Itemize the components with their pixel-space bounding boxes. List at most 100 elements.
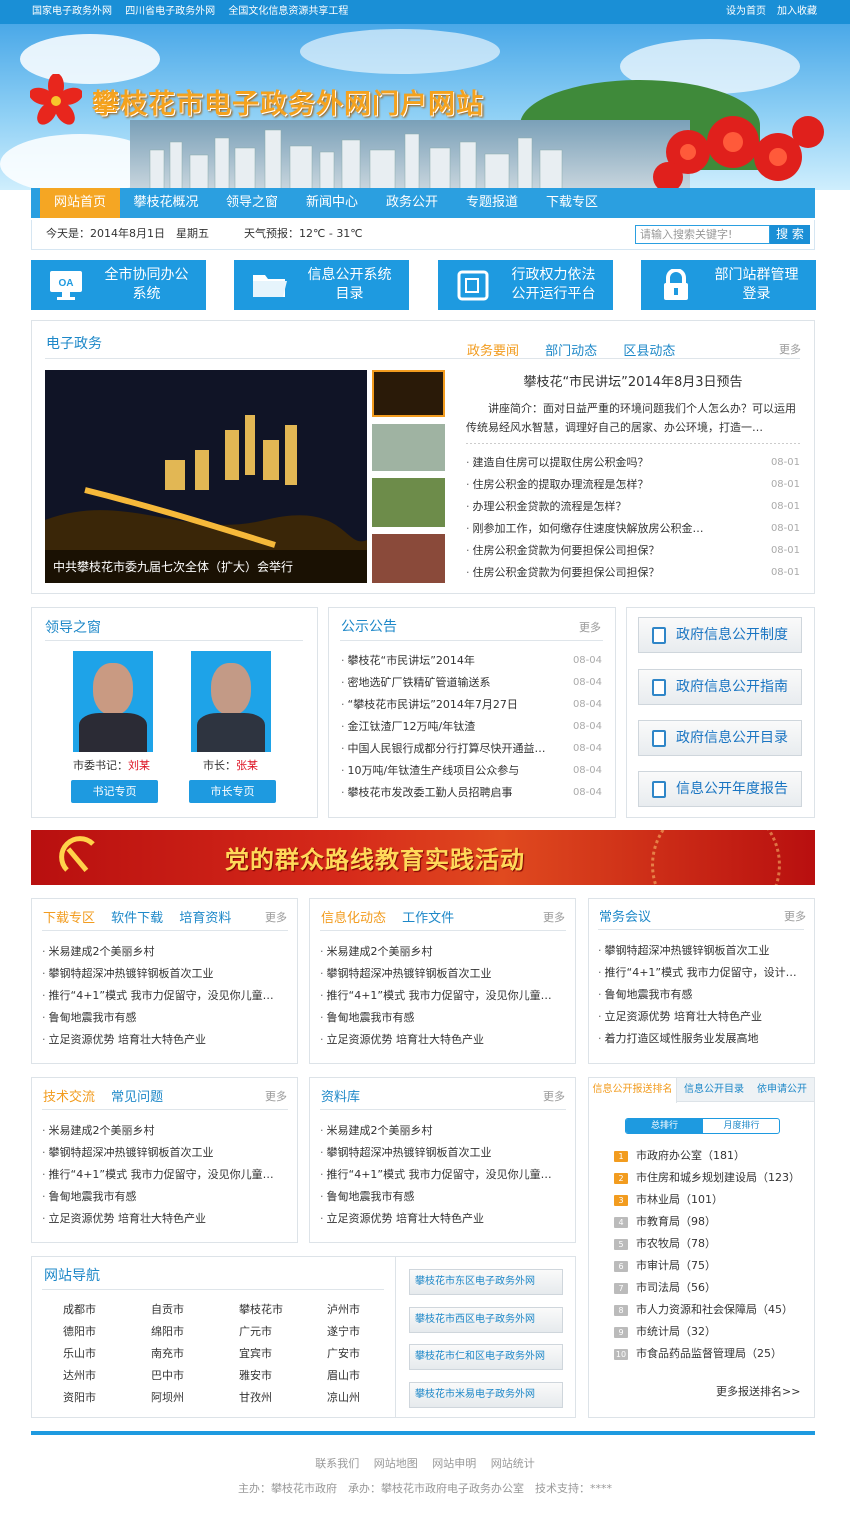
info-policy-button[interactable]: 政府信息公开制度 (638, 617, 802, 653)
info-dynamics-more-link[interactable]: 更多 (543, 909, 565, 925)
ranking-more-link[interactable]: 更多报送排名>> (716, 1383, 800, 1399)
tab-work-files[interactable]: 工作文件 (402, 911, 454, 926)
list-item[interactable]: 住房公积金贷款为何要担保公司担保？08-01 (466, 540, 800, 562)
tab-software[interactable]: 软件下载 (111, 911, 163, 926)
topbar-link[interactable]: 国家电子政务外网 (32, 6, 112, 17)
list-item[interactable]: 推行“4+1”模式 我市力促留守，设计… (598, 962, 806, 984)
city-link[interactable]: 成都市 (63, 1299, 151, 1321)
dept-login-button[interactable]: 部门站群管理 登录 (641, 260, 816, 310)
list-item[interactable]: 推行“4+1”模式 我市力促留守，没见你儿童… (42, 985, 288, 1007)
party-secretary-photo[interactable] (73, 651, 153, 752)
list-item[interactable]: 鲁甸地震我市有感 (42, 1007, 288, 1029)
annual-report-button[interactable]: 信息公开年度报告 (638, 771, 802, 807)
city-link[interactable]: 凉山州 (327, 1387, 387, 1409)
notice-more-link[interactable]: 更多 (579, 619, 601, 635)
info-public-button[interactable]: 信息公开系统 目录 (234, 260, 409, 310)
list-item[interactable]: 立足资源优势 培育壮大特色产业 (320, 1208, 566, 1230)
nav-special-report[interactable]: 专题报道 (451, 188, 533, 218)
contact-link[interactable]: 联系我们 (315, 1457, 359, 1470)
list-item[interactable]: 立足资源优势 培育壮大特色产业 (320, 1029, 566, 1051)
list-item[interactable]: 攀钢特超深冲热镀锌钢板首次工业 (42, 963, 288, 985)
list-item[interactable]: 3 市林业局（101） (614, 1189, 800, 1211)
list-item[interactable]: 推行“4+1”模式 我市力促留守，没见你儿童… (320, 1164, 566, 1186)
list-item[interactable]: 9 市统计局（32） (614, 1321, 800, 1343)
tech-more-link[interactable]: 更多 (265, 1088, 287, 1104)
city-link[interactable]: 广元市 (239, 1321, 327, 1343)
city-link[interactable]: 攀枝花市 (239, 1299, 327, 1321)
tab-training[interactable]: 培育资料 (179, 911, 231, 926)
list-item[interactable]: 办理公积金贷款的流程是怎样？08-01 (466, 496, 800, 518)
list-item[interactable]: 立足资源优势 培育壮大特色产业 (598, 1006, 806, 1028)
tab-county-news[interactable]: 区县动态 (623, 344, 675, 359)
city-link[interactable]: 巴中市 (151, 1365, 239, 1387)
city-link[interactable]: 德阳市 (63, 1321, 151, 1343)
subtab-monthly[interactable]: 月度排行 (703, 1119, 779, 1133)
list-item[interactable]: “攀枝花市民讲坛”2014年7月27日08-04 (341, 694, 602, 716)
stats-link[interactable]: 网站统计 (491, 1457, 535, 1470)
admin-power-button[interactable]: 行政权力依法 公开运行平台 (438, 260, 613, 310)
egov-more-link[interactable]: 更多 (779, 341, 801, 357)
tab-faq[interactable]: 常见问题 (111, 1090, 163, 1105)
list-item[interactable]: 攀枝花“市民讲坛”2014年08-04 (341, 650, 602, 672)
search-button[interactable]: 搜 索 (770, 225, 810, 244)
list-item[interactable]: 米易建成2个美丽乡村 (320, 941, 566, 963)
city-link[interactable]: 自贡市 (151, 1299, 239, 1321)
list-item[interactable]: 鲁甸地震我市有感 (42, 1186, 288, 1208)
info-catalog-button[interactable]: 政府信息公开目录 (638, 720, 802, 756)
list-item[interactable]: 米易建成2个美丽乡村 (42, 941, 288, 963)
list-item[interactable]: 金江钛渣厂12万吨/年钛渣08-04 (341, 716, 602, 738)
meeting-more-link[interactable]: 更多 (784, 908, 806, 924)
list-item[interactable]: 住房公积金的提取办理流程是怎样？08-01 (466, 474, 800, 496)
list-item[interactable]: 攀钢特超深冲热镀锌钢板首次工业 (598, 940, 806, 962)
statement-link[interactable]: 网站申明 (432, 1457, 476, 1470)
secretary-page-button[interactable]: 书记专页 (71, 780, 158, 803)
city-link[interactable]: 绵阳市 (151, 1321, 239, 1343)
list-item[interactable]: 着力打造区域性服务业发展高地 (598, 1028, 806, 1050)
renhe-district-link[interactable]: 攀枝花市仁和区电子政务外网 (409, 1344, 563, 1370)
city-link[interactable]: 达州市 (63, 1365, 151, 1387)
list-item[interactable]: 8 市人力资源和社会保障局（45） (614, 1299, 800, 1321)
nav-home[interactable]: 网站首页 (40, 188, 120, 218)
oa-system-button[interactable]: OA 全市协同办公 系统 (31, 260, 206, 310)
list-item[interactable]: 住房公积金贷款为何要担保公司担保？08-01 (466, 562, 800, 584)
city-link[interactable]: 雅安市 (239, 1365, 327, 1387)
list-item[interactable]: 立足资源优势 培育壮大特色产业 (42, 1208, 288, 1230)
list-item[interactable]: 攀钢特超深冲热镀锌钢板首次工业 (42, 1142, 288, 1164)
topbar-link[interactable]: 全国文化信息资源共享工程 (228, 6, 348, 17)
nav-leaders[interactable]: 领导之窗 (211, 188, 293, 218)
list-item[interactable]: 攀钢特超深冲热镀锌钢板首次工业 (320, 963, 566, 985)
tab-report-ranking[interactable]: 信息公开报送排名 (589, 1078, 677, 1103)
list-item[interactable]: 米易建成2个美丽乡村 (320, 1120, 566, 1142)
list-item[interactable]: 立足资源优势 培育壮大特色产业 (42, 1029, 288, 1051)
nav-gov-affairs[interactable]: 政务公开 (371, 188, 453, 218)
city-link[interactable]: 泸州市 (327, 1299, 387, 1321)
tab-info-dynamics[interactable]: 信息化动态 (321, 911, 386, 926)
list-item[interactable]: 5 市农牧局（78） (614, 1233, 800, 1255)
tab-download[interactable]: 下载专区 (43, 911, 95, 926)
mayor-page-button[interactable]: 市长专页 (189, 780, 276, 803)
city-link[interactable]: 遂宁市 (327, 1321, 387, 1343)
city-link[interactable]: 资阳市 (63, 1387, 151, 1409)
list-item[interactable]: 米易建成2个美丽乡村 (42, 1120, 288, 1142)
list-item[interactable]: 鲁甸地震我市有感 (320, 1186, 566, 1208)
list-item[interactable]: 2 市住房和城乡规划建设局（123） (614, 1167, 800, 1189)
add-favorite-link[interactable]: 加入收藏 (777, 0, 817, 24)
nav-download[interactable]: 下载专区 (531, 188, 613, 218)
miyi-district-link[interactable]: 攀枝花市米易电子政务外网 (409, 1382, 563, 1408)
party-campaign-banner[interactable]: 党的群众路线教育实践活动 (31, 830, 815, 885)
list-item[interactable]: 7 市司法局（56） (614, 1277, 800, 1299)
tab-tech-exchange[interactable]: 技术交流 (43, 1090, 95, 1105)
list-item[interactable]: 鲁甸地震我市有感 (598, 984, 806, 1006)
thumbnail-2[interactable] (372, 424, 445, 471)
city-link[interactable]: 广安市 (327, 1343, 387, 1365)
list-item[interactable]: 刚参加工作，如何缴存住速度快解放房公积金…08-01 (466, 518, 800, 540)
nav-overview[interactable]: 攀枝花概况 (123, 188, 209, 218)
headline[interactable]: 攀枝花“市民讲坛”2014年8月3日预告 (466, 371, 800, 390)
nav-news[interactable]: 新闻中心 (291, 188, 373, 218)
city-link[interactable]: 宜宾市 (239, 1343, 327, 1365)
list-item[interactable]: 10万吨/年钛渣生产线项目公众参与08-04 (341, 760, 602, 782)
topbar-link[interactable]: 四川省电子政务外网 (125, 6, 215, 17)
list-item[interactable]: 1 市政府办公室（181） (614, 1145, 800, 1167)
list-item[interactable]: 攀钢特超深冲热镀锌钢板首次工业 (320, 1142, 566, 1164)
list-item[interactable]: 推行“4+1”模式 我市力促留守，没见你儿童… (320, 985, 566, 1007)
